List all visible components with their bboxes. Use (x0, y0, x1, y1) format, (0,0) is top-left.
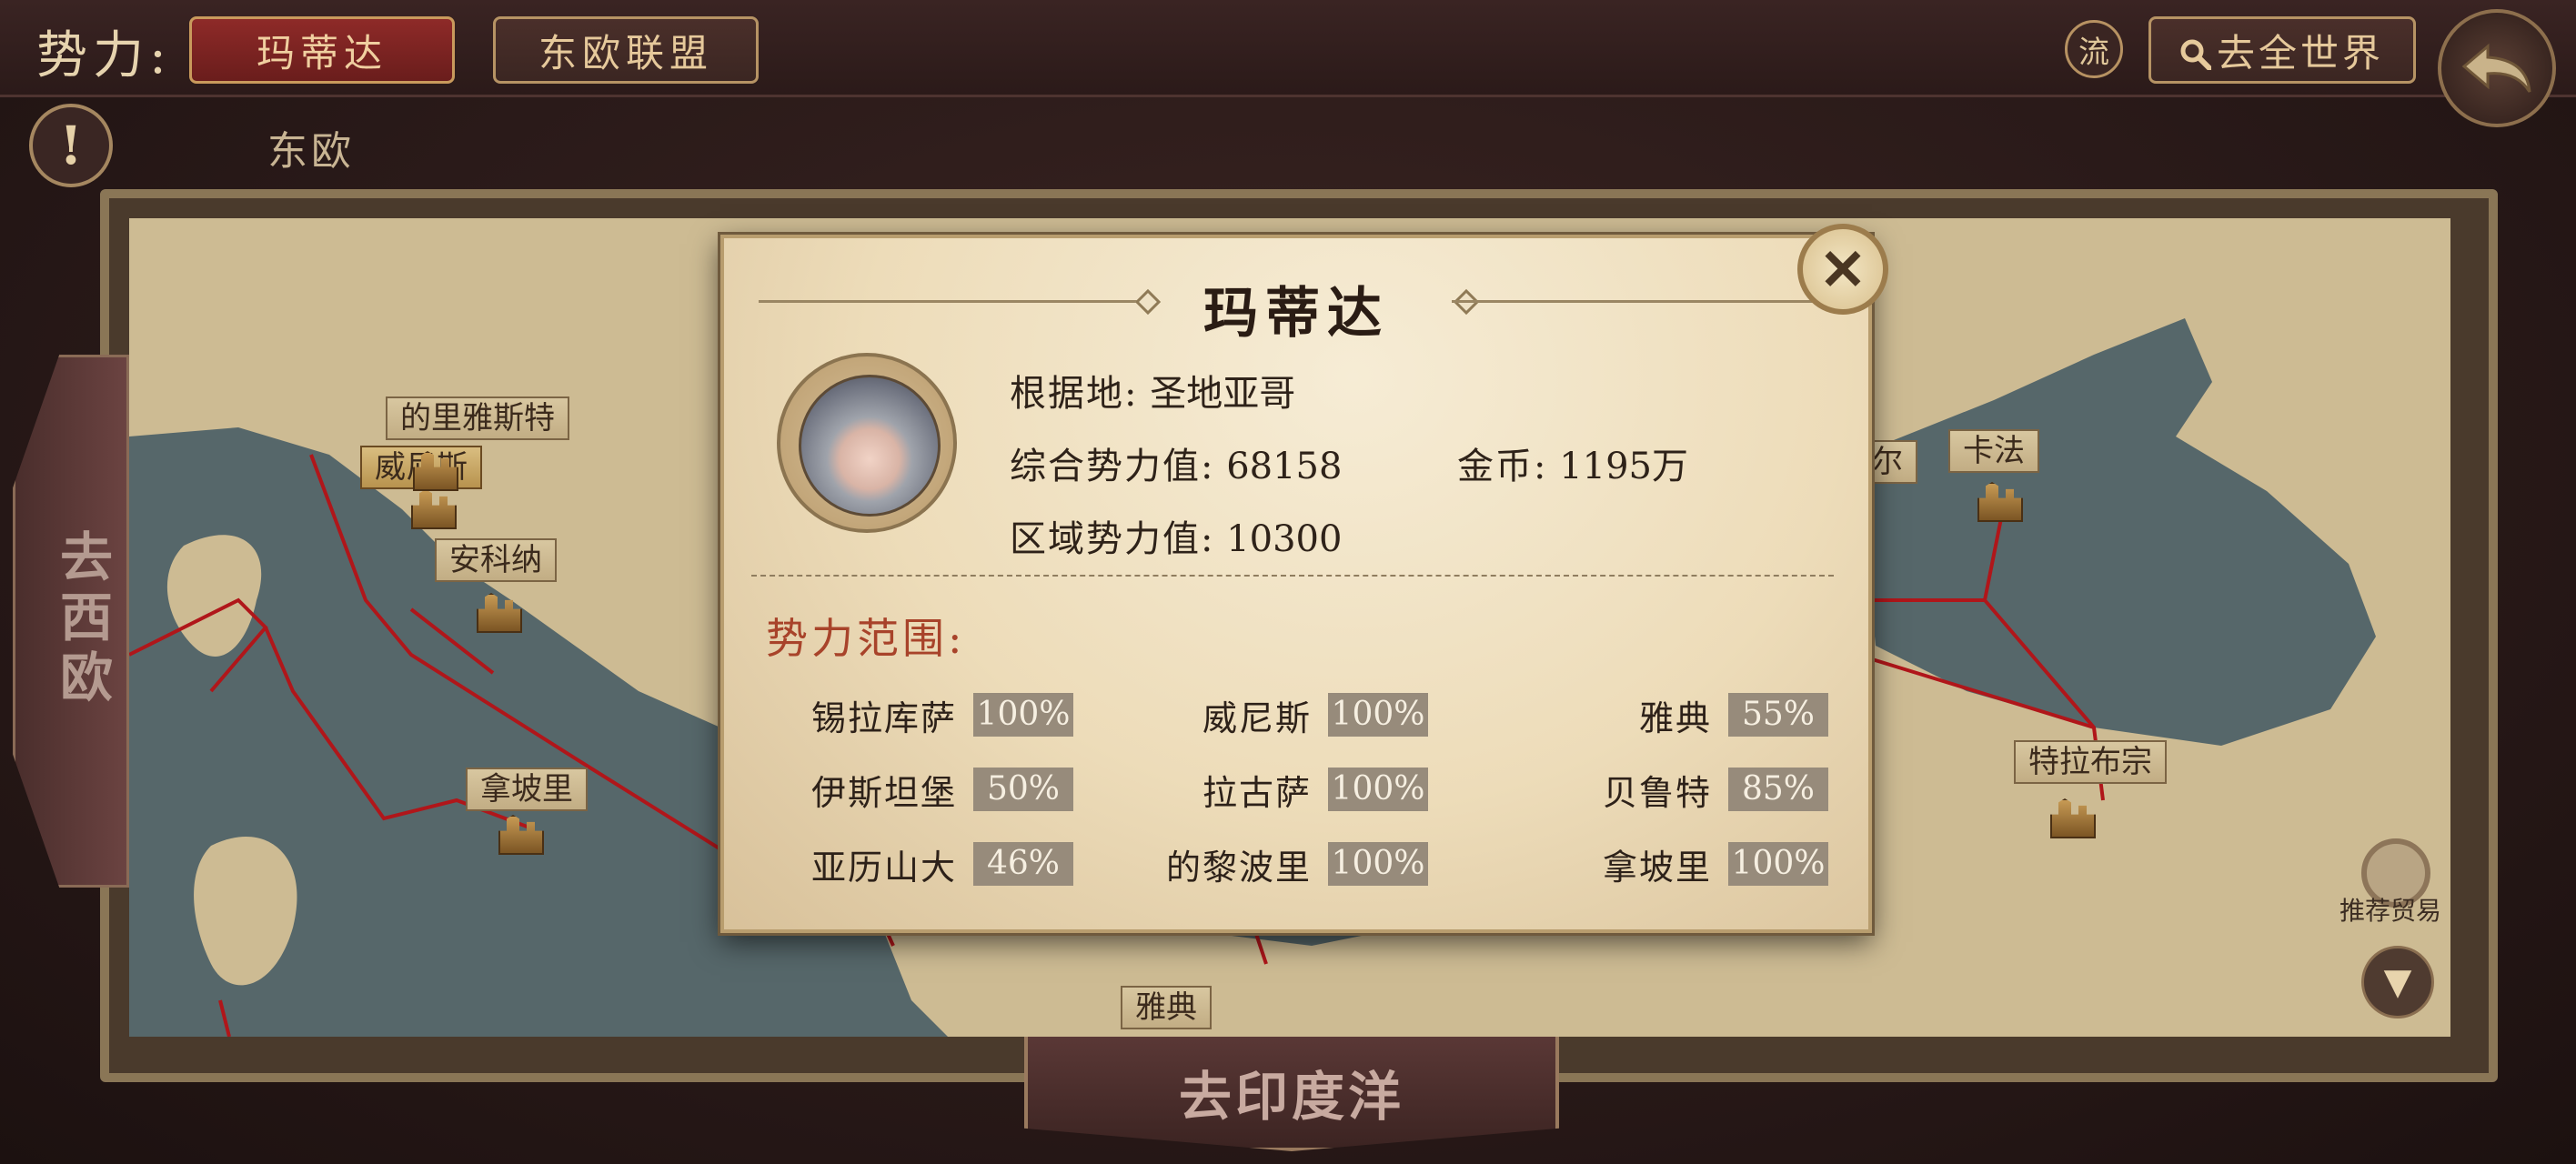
base-label: 根据地: (1010, 373, 1139, 415)
scope-percent: 100% (973, 693, 1074, 737)
close-icon: ✕ (1819, 236, 1867, 303)
close-popup-button[interactable]: ✕ (1797, 224, 1888, 315)
tab-matilda[interactable]: 玛蒂达 (189, 16, 455, 84)
scope-percent: 100% (1328, 842, 1429, 886)
title-divider-right (1452, 300, 1834, 303)
scope-percent: 100% (1328, 768, 1429, 811)
scope-item: 雅典 55% (1639, 693, 1829, 738)
faction-info-popup: 玛蒂达 根据地: 圣地亚哥 综合势力值: 68158 金币: 1195万 区域势… (720, 235, 1872, 933)
gold-value: 1195万 (1559, 446, 1688, 487)
scope-item: 威尼斯 100% (1202, 693, 1429, 738)
scope-item: 伊斯坦堡 50% (811, 768, 1074, 813)
popup-title: 玛蒂达 (1203, 282, 1389, 346)
scope-city-name: 雅典 (1639, 697, 1713, 738)
go-indian-ocean-button[interactable]: 去印度洋 (1024, 1037, 1559, 1151)
scope-percent: 46% (973, 842, 1074, 886)
scope-city-name: 锡拉库萨 (811, 697, 958, 738)
avatar-frame (777, 353, 957, 533)
down-arrow-icon: ▼ (2383, 961, 2412, 1003)
power-info: 综合势力值: 68158 (1010, 436, 1342, 489)
exclamation-icon: ! (59, 115, 83, 176)
scope-city-name: 亚历山大 (811, 847, 958, 888)
scope-city-name: 伊斯坦堡 (811, 772, 958, 813)
go-world-label: 去全世界 (2216, 30, 2384, 75)
location-button[interactable]: ▼ (2361, 946, 2434, 1018)
scope-city-name: 的黎波里 (1166, 847, 1313, 888)
scope-city-name: 拉古萨 (1202, 772, 1313, 813)
scope-percent: 100% (1728, 842, 1829, 886)
scope-city-name: 拿坡里 (1603, 847, 1713, 888)
faction-label: 势力: (36, 26, 172, 85)
scope-item: 亚历山大 46% (811, 842, 1074, 888)
section-separator (751, 575, 1834, 577)
region-power-info: 区域势力值: 10300 (1010, 509, 1342, 562)
region-power-value: 10300 (1226, 518, 1343, 560)
map-label-kaffa[interactable]: 卡法 (1948, 429, 2039, 473)
scope-item: 贝鲁特 85% (1603, 768, 1829, 813)
scope-item: 锡拉库萨 100% (811, 693, 1074, 738)
map-label-naples[interactable]: 拿坡里 (466, 768, 588, 811)
gold-info: 金币: 1195万 (1457, 436, 1688, 489)
gold-label: 金币: (1457, 446, 1548, 487)
base-info: 根据地: 圣地亚哥 (1010, 364, 1295, 416)
scope-item: 拉古萨 100% (1202, 768, 1429, 813)
scope-percent: 100% (1328, 693, 1429, 737)
scope-item: 的黎波里 100% (1166, 842, 1429, 888)
power-value: 68158 (1226, 446, 1343, 487)
power-label: 综合势力值: (1010, 446, 1215, 487)
base-value: 圣地亚哥 (1150, 373, 1296, 415)
search-icon (2180, 35, 2212, 71)
tab-east-europe-alliance[interactable]: 东欧联盟 (493, 16, 759, 84)
region-power-label: 区域势力值: (1010, 518, 1215, 560)
go-world-button[interactable]: 去全世界 (2148, 16, 2416, 84)
map-label-trieste[interactable]: 的里雅斯特 (386, 396, 569, 440)
region-label: 东欧 (267, 128, 355, 175)
liu-button[interactable]: 流 (2065, 20, 2123, 78)
info-alert-button[interactable]: ! (29, 104, 113, 187)
avatar (799, 375, 941, 517)
recommended-trade-label[interactable]: 推荐贸易 (2340, 891, 2441, 928)
map-label-ancona[interactable]: 安科纳 (435, 538, 557, 582)
scope-item: 拿坡里 100% (1603, 842, 1829, 888)
back-button[interactable] (2438, 9, 2556, 127)
go-west-europe-label: 去西欧 (59, 527, 113, 708)
map-label-athens[interactable]: 雅典 (1121, 986, 1212, 1029)
map-label-trabzon[interactable]: 特拉布宗 (2014, 740, 2167, 784)
scope-percent: 55% (1728, 693, 1829, 737)
scope-percent: 50% (973, 768, 1074, 811)
scope-percent: 85% (1728, 768, 1829, 811)
scope-title: 势力范围: (766, 614, 966, 663)
scope-city-name: 贝鲁特 (1603, 772, 1713, 813)
back-arrow-icon (2461, 43, 2531, 93)
scope-city-name: 威尼斯 (1202, 697, 1313, 738)
